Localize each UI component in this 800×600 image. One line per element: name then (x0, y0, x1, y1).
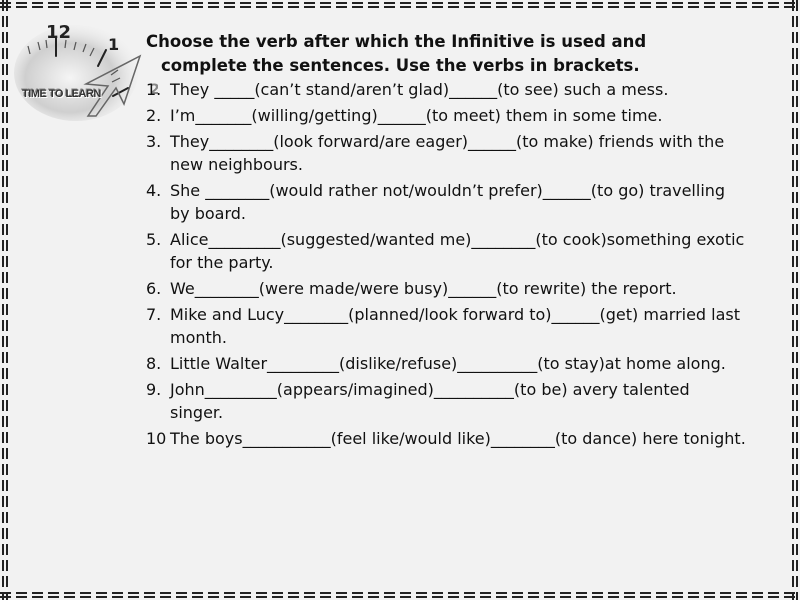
exercise-number: 4. (146, 181, 162, 200)
exercise-item: 7. Mike and Lucy________(planned/look for… (146, 303, 746, 349)
clock-icon: 12 1 2 (14, 22, 160, 121)
exercise-text: John_________(appears/imagined)_________… (170, 380, 690, 422)
exercise-text: They _____(can’t stand/aren’t glad)_____… (170, 80, 669, 99)
dashed-border-bottom (0, 592, 800, 598)
instructions-line-1: Choose the verb after which the Infiniti… (146, 32, 647, 51)
exercise-list: 1. They _____(can’t stand/aren’t glad)___… (146, 78, 746, 450)
exercise-number: 3. (146, 132, 162, 151)
clock-numeral-12: 12 (46, 22, 71, 43)
exercise-number: 5. (146, 230, 162, 249)
exercise-item: 9. John_________(appears/imagined)_______… (146, 378, 746, 424)
exercise-text: The boys___________(feel like/would like… (170, 429, 746, 448)
exercise-text: She ________(would rather not/wouldn’t p… (170, 181, 726, 223)
exercise-item: 10 The boys___________(feel like/would li… (146, 427, 746, 450)
dashed-border-right (792, 0, 798, 600)
exercise-number: 7. (146, 305, 162, 324)
instructions-line-2: complete the sentences. Use the verbs in… (161, 56, 640, 75)
exercise-item: 4. She ________(would rather not/wouldn’t… (146, 179, 746, 225)
exercise-text: They________(look forward/are eager)____… (170, 132, 725, 174)
exercise-text: Little Walter_________(dislike/refuse)__… (170, 354, 726, 373)
exercise-text: I’m_______(willing/getting)______(to mee… (170, 106, 663, 125)
clock-numeral-1: 1 (108, 35, 119, 54)
worksheet: Choose the verb after which the Infiniti… (146, 30, 746, 453)
exercise-item: 1. They _____(can’t stand/aren’t glad)___… (146, 78, 746, 101)
exercise-text: We________(were made/were busy)______(to… (170, 279, 677, 298)
exercise-item: 6. We________(were made/were busy)______(… (146, 277, 746, 300)
exercise-text: Alice_________(suggested/wanted me)_____… (170, 230, 745, 272)
exercise-item: 3. They________(look forward/are eager)__… (146, 130, 746, 176)
exercise-number: 6. (146, 279, 162, 298)
logo-label: TIME TO LEARN (22, 88, 101, 100)
time-to-learn-logo: 12 1 2 TIME TO LEARN (8, 8, 160, 128)
exercise-number: 1. (146, 80, 162, 99)
exercise-number: 10 (146, 429, 167, 448)
exercise-number: 9. (146, 380, 162, 399)
exercise-item: 8. Little Walter_________(dislike/refuse)… (146, 352, 746, 375)
instructions-heading: Choose the verb after which the Infiniti… (146, 30, 746, 78)
exercise-item: 5. Alice_________(suggested/wanted me)___… (146, 228, 746, 274)
exercise-number: 2. (146, 106, 162, 125)
exercise-number: 8. (146, 354, 162, 373)
exercise-text: Mike and Lucy________(planned/look forwa… (170, 305, 741, 347)
exercise-item: 2. I’m_______(willing/getting)______(to m… (146, 104, 746, 127)
